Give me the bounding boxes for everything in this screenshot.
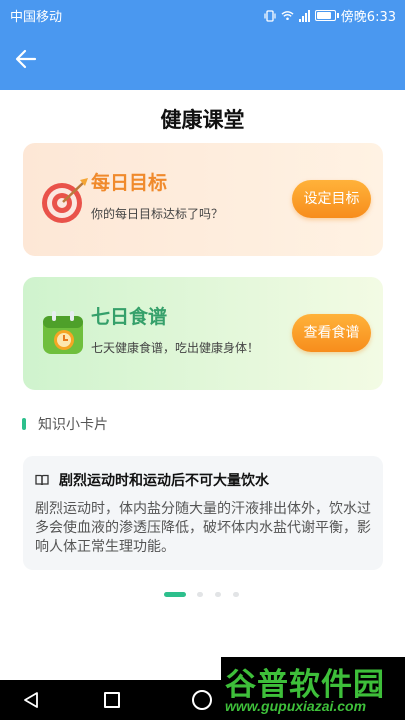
carousel-dot[interactable]: [197, 592, 203, 597]
clock-label: 傍晚6:33: [340, 10, 396, 25]
status-icons: 傍晚6:33: [264, 6, 396, 25]
nav-back-icon[interactable]: [22, 691, 40, 709]
target-dart-icon: [42, 178, 88, 223]
watermark-url: www.gupuxiazai.com: [225, 698, 367, 714]
section-accent-bar: [22, 418, 26, 430]
page-title: 健康课堂: [160, 108, 245, 132]
arrow-left-icon[interactable]: [14, 48, 38, 70]
watermark-logo: 谷普软件园 www.gupuxiazai.com: [221, 657, 405, 720]
signal-icon: [298, 9, 310, 22]
nav-home-icon[interactable]: [192, 690, 212, 710]
daily-goal-card[interactable]: 每日目标 你的每日目标达标了吗？ 设定目标: [23, 143, 383, 256]
knowledge-card-title: 剧烈运动时和运动后不可大量饮水: [59, 473, 269, 489]
set-goal-button[interactable]: 设定目标: [292, 180, 371, 218]
carousel-indicator: [0, 592, 405, 598]
carousel-dot-active[interactable]: [164, 592, 186, 597]
daily-goal-subtitle: 你的每日目标达标了吗？: [91, 207, 224, 221]
knowledge-card-body: 剧烈运动时，体内盐分随大量的汗液排出体外，饮水过多会使血液的渗透压降低，破坏体内…: [35, 501, 371, 555]
weekly-recipe-card[interactable]: 七日食谱 七天健康食谱，吃出健康身体！ 查看食谱: [23, 277, 383, 390]
book-icon: [35, 474, 49, 486]
daily-goal-title: 每日目标: [91, 172, 168, 194]
knowledge-section-header: 知识小卡片: [22, 414, 108, 434]
wifi-icon: [281, 11, 294, 21]
status-bar: 中国移动 傍晚6:33: [0, 0, 405, 28]
vibrate-icon: [264, 9, 276, 22]
nav-recent-icon[interactable]: [104, 692, 120, 708]
section-label: 知识小卡片: [38, 417, 108, 433]
weekly-recipe-title: 七日食谱: [91, 306, 168, 328]
calendar-clock-icon: [43, 311, 83, 354]
knowledge-card[interactable]: 剧烈运动时和运动后不可大量饮水 剧烈运动时，体内盐分随大量的汗液排出体外，饮水过…: [23, 456, 383, 570]
knowledge-card-header: 剧烈运动时和运动后不可大量饮水: [35, 470, 269, 490]
carousel-dot[interactable]: [233, 592, 239, 597]
carrier-label: 中国移动: [10, 10, 63, 25]
view-recipe-button[interactable]: 查看食谱: [292, 314, 371, 352]
battery-icon: [314, 10, 339, 21]
carousel-dot[interactable]: [215, 592, 221, 597]
app-bar: [0, 28, 405, 90]
battery-fill: [316, 12, 332, 19]
weekly-recipe-subtitle: 七天健康食谱，吃出健康身体！: [91, 341, 260, 355]
